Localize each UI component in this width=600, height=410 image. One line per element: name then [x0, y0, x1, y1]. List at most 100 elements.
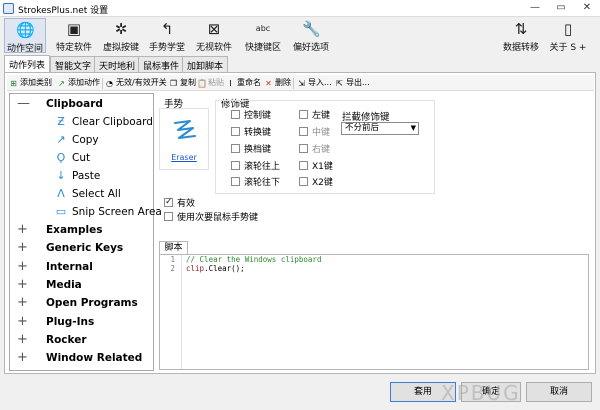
modifier-right-button-checkbox[interactable]: 右键 [299, 144, 330, 156]
tree-action-cut[interactable]: Ϙ Cut [10, 150, 153, 166]
intercept-modifiers-select[interactable]: 不分前后 ▼ [341, 122, 419, 135]
modifier-x2-button-checkbox[interactable]: X2键 [299, 177, 333, 189]
add-action-icon: ↗ [58, 79, 65, 88]
tree-category-clipboard[interactable]: — Clipboard [10, 96, 153, 112]
tree-category-window-related[interactable]: + Window Related [10, 350, 153, 366]
tree-category-rocker[interactable]: + Rocker [10, 332, 153, 348]
tree-category-examples[interactable]: + Examples [10, 222, 153, 238]
toolbar-ignored-apps[interactable]: ⊠ 无视软件 [193, 18, 235, 53]
code-line-2: clip.Clear(); [186, 264, 245, 273]
collapse-icon[interactable]: — [17, 96, 30, 112]
expand-icon[interactable]: + [17, 259, 28, 275]
minimize-button[interactable]: — [522, 0, 548, 17]
modifier-shift-checkbox[interactable]: 换档键 [231, 144, 271, 156]
gear-icon: ✲ [114, 20, 128, 38]
toolbar-about[interactable]: ▯ 关于 S + [548, 18, 588, 53]
toggle-icon: ◔ [106, 79, 113, 88]
expand-icon[interactable]: + [17, 277, 28, 293]
import-button[interactable]: ⇲ 导入... [297, 77, 332, 89]
modifier-middle-button-checkbox[interactable]: 中键 [299, 127, 330, 139]
tab-script[interactable]: 脚本 [159, 241, 188, 255]
add-category-button[interactable]: ⊞ 添加类别 [9, 77, 52, 89]
modifier-wheel-up-checkbox[interactable]: 滚轮往上 [231, 161, 280, 173]
tab-load-scripts[interactable]: 加卸脚本 [182, 56, 229, 72]
intercept-modifiers-title: 拦截修饰键 [342, 112, 390, 123]
expand-icon[interactable]: + [17, 332, 28, 348]
add-category-icon: ⊞ [10, 79, 17, 88]
tab-mouse-events[interactable]: 鼠标事件 [138, 56, 185, 72]
toolbar-preferences[interactable]: 🔧 偏好选项 [290, 18, 332, 53]
toolbar-virtual-keys[interactable]: ✲ 虚拟按键 [101, 18, 141, 53]
paste-icon: 📋 [197, 79, 207, 88]
keyboard-icon: abc [255, 24, 271, 33]
copy-icon: ❐ [169, 79, 178, 88]
expand-icon[interactable]: + [17, 295, 28, 311]
chevron-down-icon: ▼ [410, 124, 416, 132]
tree-category-media[interactable]: + Media [10, 277, 153, 293]
close-button[interactable]: ✕ [574, 0, 600, 17]
expand-icon[interactable]: + [17, 350, 28, 366]
tab-action-list[interactable]: 动作列表 [4, 55, 51, 72]
tree-category-open-programs[interactable]: + Open Programs [10, 295, 153, 311]
app-window-icon: ▣ [66, 20, 82, 38]
separator [102, 78, 103, 89]
expand-icon[interactable]: + [17, 222, 28, 238]
secondary-button-checkbox[interactable]: 使用次要鼠标手势键 [164, 212, 258, 224]
enabled-checkbox[interactable]: 有效 [164, 196, 195, 210]
main-toolbar: 🌐 动作空间 ▣ 特定软件 ✲ 虚拟按键 ↰ 手势学堂 ⊠ 无视软件 abc 快… [0, 18, 600, 54]
tree-category-generic-keys[interactable]: + Generic Keys [10, 240, 153, 256]
gesture-arrow-icon: ↰ [160, 20, 174, 38]
globe-icon: 🌐 [16, 21, 35, 39]
gesture-preview[interactable]: Eraser [159, 108, 209, 170]
toolbar-gesture-school[interactable]: ↰ 手势学堂 [147, 18, 187, 53]
modifier-x1-button-checkbox[interactable]: X1键 [299, 161, 333, 173]
code-line-1: // Clear the Windows clipboard [186, 255, 322, 264]
tree-action-copy[interactable]: ↗ Copy [10, 132, 153, 148]
modifier-wheel-down-checkbox[interactable]: 滚轮往下 [231, 177, 280, 189]
tree-action-snip-screen[interactable]: ▭ Snip Screen Area [10, 204, 162, 220]
expand-icon[interactable]: + [17, 314, 28, 330]
gesture-eraser-icon: Ƶ [57, 115, 65, 128]
gesture-eraser-icon [174, 120, 196, 139]
toggle-enabled-button[interactable]: ◔ 无效/有效开关 [105, 77, 167, 89]
action-tree[interactable]: — Clipboard Ƶ Clear Clipboard ↗ Copy Ϙ C… [9, 93, 162, 371]
export-button[interactable]: ⇱ 导出... [335, 77, 370, 89]
script-editor[interactable]: 1 2 // Clear the Windows clipboard clip.… [159, 254, 589, 370]
code-area[interactable]: // Clear the Windows clipboard clip.Clea… [186, 255, 321, 273]
watermark-logo: XPBUG [441, 381, 521, 405]
tree-action-clear-clipboard[interactable]: Ƶ Clear Clipboard [10, 114, 153, 130]
gesture-select-all-icon: Λ [57, 187, 65, 200]
gesture-name-link[interactable]: Eraser [160, 153, 208, 162]
modifier-alt-checkbox[interactable]: 转换键 [231, 127, 271, 139]
tree-category-internal[interactable]: + Internal [10, 259, 153, 275]
tab-timing[interactable]: 天时地利 [94, 56, 141, 72]
window-title: StrokesPlus.net 设置 [18, 6, 109, 16]
expand-icon[interactable]: + [17, 240, 28, 256]
delete-button[interactable]: ✕ 删除 [264, 77, 291, 89]
toolbar-specific-apps[interactable]: ▣ 特定软件 [54, 18, 94, 53]
toolbar-data-transfer[interactable]: ⇅ 数据转移 [500, 18, 542, 53]
tree-category-plug-ins[interactable]: + Plug-Ins [10, 314, 153, 330]
info-icon: ▯ [563, 20, 573, 38]
export-icon: ⇱ [336, 79, 343, 88]
modifier-ctrl-checkbox[interactable]: 控制键 [231, 110, 271, 122]
wrench-icon: 🔧 [302, 20, 321, 38]
add-action-button[interactable]: ↗ 添加动作 [57, 77, 100, 89]
block-window-icon: ⊠ [207, 20, 221, 38]
action-toolbar: ⊞ 添加类别 ↗ 添加动作 ◔ 无效/有效开关 ❐ 复制 📋粘贴 I 重命名 ✕ 删除 ⇲ 导… [7, 75, 594, 91]
tree-action-paste[interactable]: ↓ Paste [10, 168, 153, 184]
toolbar-action-space[interactable]: 🌐 动作空间 [4, 18, 46, 54]
rename-button[interactable]: I 重命名 [226, 77, 261, 89]
tree-action-select-all[interactable]: Λ Select All [10, 186, 153, 202]
gesture-cut-icon: Ϙ [56, 151, 66, 164]
gesture-copy-icon: ↗ [56, 133, 66, 146]
toolbar-hotkeys[interactable]: abc 快捷键区 [242, 18, 284, 53]
tab-smart-text[interactable]: 智能文字 [50, 56, 97, 72]
delete-icon: ✕ [265, 79, 272, 88]
maximize-button[interactable]: ▭ [548, 0, 574, 17]
gesture-paste-icon: ↓ [56, 169, 66, 182]
gesture-snip-icon: ▭ [55, 205, 67, 218]
copy-button[interactable]: ❐ 复制 [169, 77, 196, 89]
modifier-left-button-checkbox[interactable]: 左键 [299, 110, 330, 122]
paste-button[interactable]: 📋粘贴 [197, 77, 224, 89]
